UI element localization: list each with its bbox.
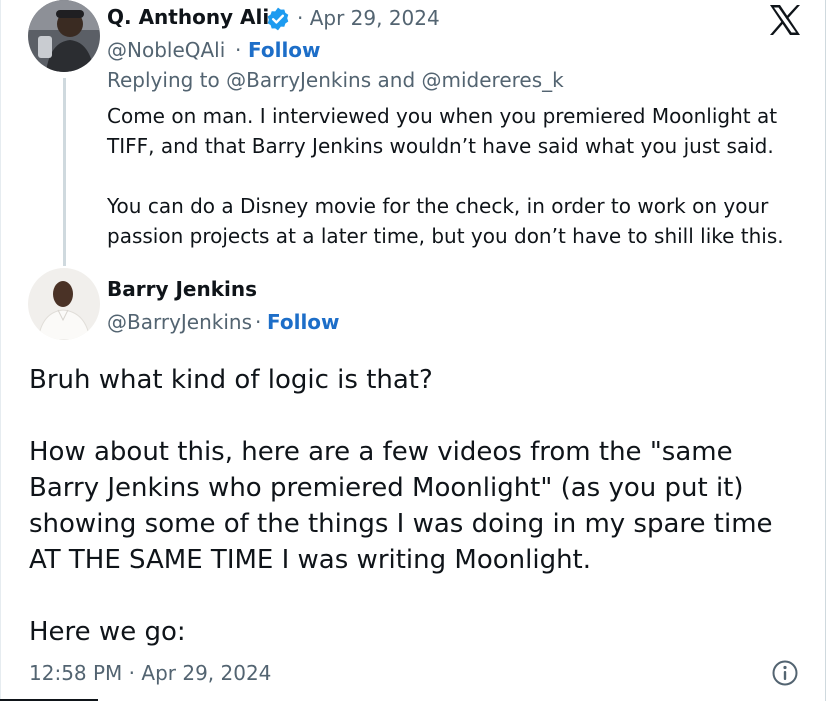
main-body: Bruh what kind of logic is that? How abo… bbox=[29, 362, 773, 650]
reply-body: Come on man. I interviewed you when you … bbox=[107, 101, 784, 251]
main-handle[interactable]: @BarryJenkins bbox=[107, 310, 252, 334]
main-author-name[interactable]: Barry Jenkins bbox=[107, 277, 257, 301]
main-timestamp[interactable]: 12:58 PM · Apr 29, 2024 bbox=[29, 661, 271, 685]
main-line: AT THE SAME TIME I was writing Moonlight… bbox=[29, 545, 592, 575]
replying-and: and bbox=[377, 68, 416, 92]
replying-user-midereres[interactable]: @midereres_k bbox=[422, 68, 564, 92]
x-logo-icon[interactable] bbox=[767, 3, 803, 37]
reply-line: passion projects at a later time, but yo… bbox=[107, 224, 784, 248]
reply-follow-button[interactable]: Follow bbox=[248, 38, 321, 62]
reply-dot: · bbox=[235, 38, 242, 62]
main-line: Bruh what kind of logic is that? bbox=[29, 365, 433, 395]
reply-line: You can do a Disney movie for the check,… bbox=[107, 194, 769, 218]
replying-user-barryjenkins[interactable]: @BarryJenkins bbox=[226, 68, 371, 92]
main-line: Barry Jenkins who premiered Moonlight" (… bbox=[29, 473, 744, 503]
replying-to: Replying to @BarryJenkins and @midereres… bbox=[107, 68, 564, 92]
thread-line bbox=[63, 78, 66, 266]
main-follow-button[interactable]: Follow bbox=[267, 310, 340, 334]
main-line: Here we go: bbox=[29, 617, 186, 647]
reply-author-name[interactable]: Q. Anthony Ali bbox=[107, 5, 269, 29]
replying-prefix: Replying to bbox=[107, 68, 220, 92]
main-line: How about this, here are a few videos fr… bbox=[29, 437, 733, 467]
verified-badge-icon bbox=[265, 6, 291, 32]
tweet-embed-card: Q. Anthony Ali · Apr 29, 2024 @NobleQAli… bbox=[0, 0, 826, 701]
barryjenkins-avatar[interactable] bbox=[28, 268, 100, 340]
reply-date[interactable]: · Apr 29, 2024 bbox=[297, 6, 440, 30]
reply-line: TIFF, and that Barry Jenkins wouldn’t ha… bbox=[107, 134, 774, 158]
info-icon[interactable] bbox=[771, 659, 799, 687]
main-line: showing some of the things I was doing i… bbox=[29, 509, 773, 539]
main-dot: · bbox=[255, 310, 262, 334]
reply-handle[interactable]: @NobleQAli bbox=[107, 38, 225, 62]
reply-line: Come on man. I interviewed you when you … bbox=[107, 104, 778, 128]
qanthonyali-avatar[interactable] bbox=[28, 0, 100, 72]
